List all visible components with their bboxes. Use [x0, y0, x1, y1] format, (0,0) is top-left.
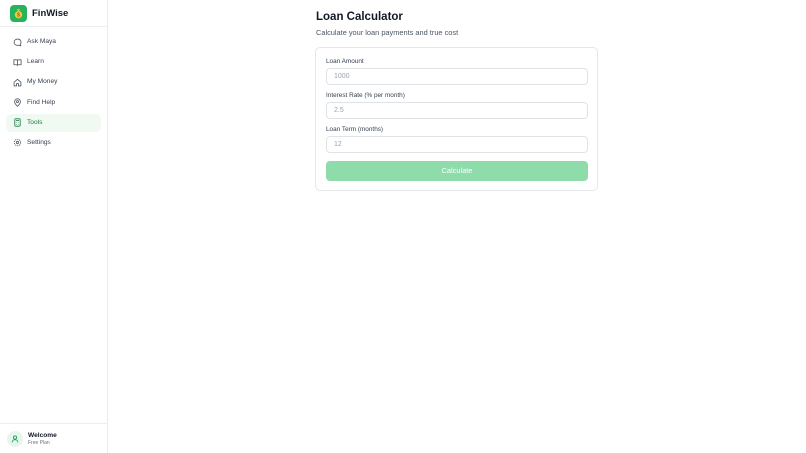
user-name: Welcome	[28, 432, 57, 439]
user-profile[interactable]: Welcome Free Plan	[0, 423, 107, 453]
interest-rate-input[interactable]	[326, 102, 588, 119]
loan-term-label: Loan Term (months)	[326, 126, 384, 133]
calculate-button[interactable]: Calculate	[326, 161, 588, 181]
sidebar-item-label: My Money	[27, 78, 58, 86]
sidebar-item-label: Tools	[27, 118, 43, 126]
money-bag-icon: $	[10, 5, 27, 22]
map-pin-icon	[13, 98, 22, 107]
page-title: Loan Calculator	[316, 11, 403, 23]
home-icon	[13, 78, 22, 87]
sidebar-item-my-money[interactable]: My Money	[6, 73, 101, 91]
brand-header: $ FinWise	[0, 0, 107, 27]
loan-amount-input[interactable]	[326, 68, 588, 85]
book-icon	[13, 58, 22, 67]
avatar	[7, 431, 23, 447]
loan-calculator-card: Loan Amount Interest Rate (% per month) …	[315, 47, 598, 191]
loan-term-input[interactable]	[326, 136, 588, 153]
interest-rate-label: Interest Rate (% per month)	[326, 92, 405, 99]
brand-name: FinWise	[32, 8, 69, 19]
sidebar-item-ask-maya[interactable]: Ask Maya	[6, 33, 101, 51]
sidebar-item-label: Ask Maya	[27, 38, 56, 45]
loan-amount-label: Loan Amount	[326, 58, 364, 65]
sidebar-item-label: Find Help	[27, 98, 56, 106]
user-icon	[11, 435, 19, 443]
sidebar-item-label: Settings	[27, 138, 51, 146]
sidebar-item-learn[interactable]: Learn	[6, 53, 101, 71]
user-plan: Free Plan	[28, 440, 50, 446]
chat-bubble-icon	[13, 38, 22, 47]
svg-text:$: $	[17, 13, 20, 19]
sidebar-item-label: Learn	[27, 58, 44, 66]
sidebar: $ FinWise Ask Maya Learn My Money Find H…	[0, 0, 108, 453]
sidebar-item-find-help[interactable]: Find Help	[6, 94, 101, 112]
sidebar-item-tools[interactable]: Tools	[6, 113, 101, 132]
calculator-icon	[13, 118, 22, 127]
gear-icon	[13, 138, 22, 147]
sidebar-item-settings[interactable]: Settings	[6, 134, 101, 152]
sidebar-nav: Ask Maya Learn My Money Find Help Tools …	[6, 33, 101, 154]
page-subtitle: Calculate your loan payments and true co…	[316, 28, 459, 37]
app-root: $ FinWise Ask Maya Learn My Money Find H…	[0, 0, 806, 453]
